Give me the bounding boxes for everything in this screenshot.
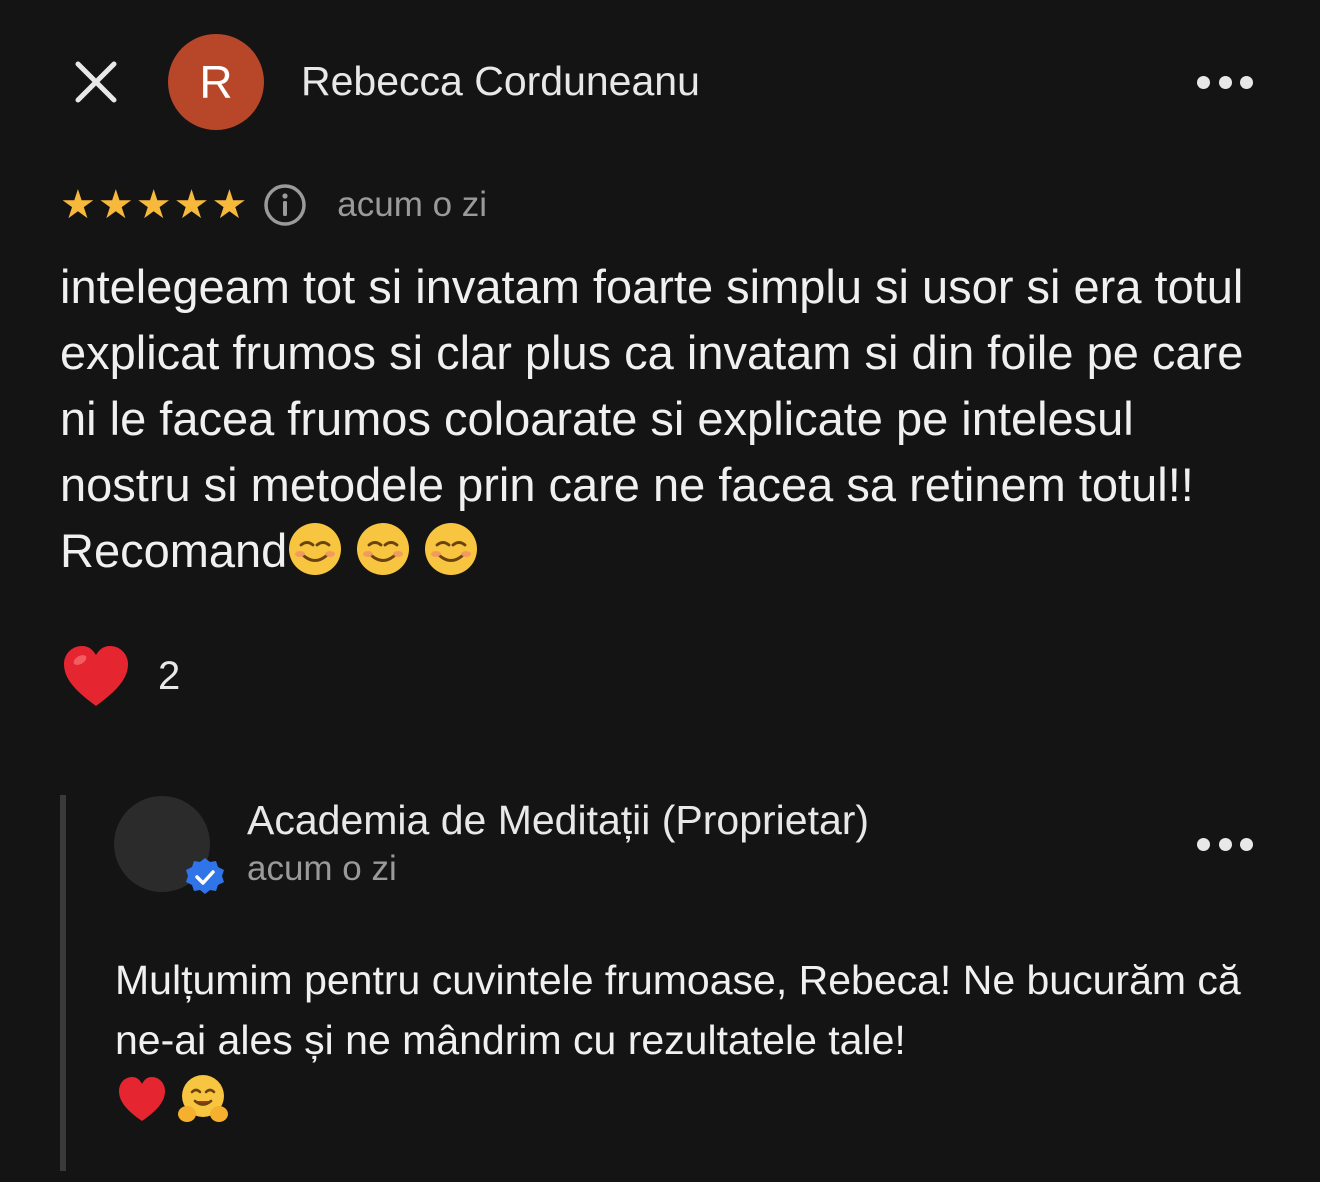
close-button[interactable] (66, 52, 126, 112)
star-icon: ★ (97, 182, 134, 228)
author-initial: R (199, 56, 233, 108)
info-icon[interactable] (263, 183, 307, 227)
reaction-count: 2 (158, 653, 181, 698)
reply-divider (60, 795, 66, 1171)
star-icon: ★ (135, 182, 172, 228)
reply-emojis (116, 1072, 230, 1126)
more-options-icon (1197, 75, 1210, 89)
hugging-face-icon (178, 1075, 228, 1122)
red-heart-icon (119, 1077, 165, 1121)
owner-name[interactable]: Academia de Meditații (Proprietar) (247, 797, 869, 844)
smiling-face-icon (425, 523, 478, 575)
reply-time: acum o zi (247, 849, 397, 888)
author-avatar[interactable]: R (168, 34, 264, 130)
more-options-icon (1197, 837, 1210, 851)
reply-more-options-button[interactable] (1197, 829, 1253, 859)
smiling-face-icon (357, 523, 410, 575)
reaction-button[interactable]: 2 (60, 640, 180, 712)
review-text: intelegeam tot si invatam foarte simplu … (60, 254, 1260, 584)
author-name[interactable]: Rebecca Corduneanu (301, 58, 700, 105)
review-body: intelegeam tot si invatam foarte simplu … (60, 260, 1244, 577)
star-rating: ★ ★ ★ ★ ★ (60, 185, 247, 225)
close-icon (75, 61, 117, 103)
reply-text: Mulțumim pentru cuvintele frumoase, Rebe… (115, 957, 1241, 1063)
more-options-button[interactable] (1197, 67, 1253, 97)
smiling-face-icon (289, 523, 342, 575)
verified-badge-icon (186, 858, 224, 894)
red-heart-icon (64, 646, 128, 706)
review-time: acum o zi (337, 185, 488, 224)
rating-row: ★ ★ ★ ★ ★ acum o zi (60, 178, 487, 232)
star-icon: ★ (211, 182, 248, 228)
star-icon: ★ (173, 182, 210, 228)
star-icon: ★ (60, 182, 96, 228)
